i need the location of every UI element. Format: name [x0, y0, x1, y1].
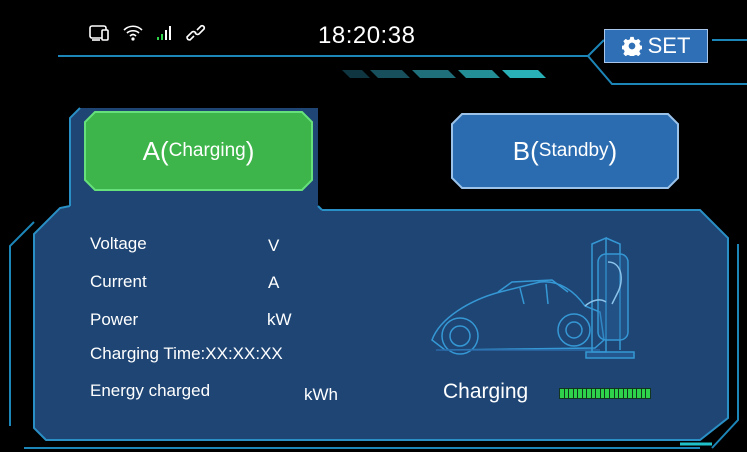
charge-level-segment [582, 389, 587, 398]
tab-a-open-paren: ( [159, 135, 169, 166]
charge-level-segment [623, 389, 628, 398]
charge-level-segment [632, 389, 637, 398]
tablet-icon [88, 24, 110, 47]
charge-level-segment [610, 389, 614, 398]
charge-level-segment [573, 389, 578, 398]
current-unit: A [268, 273, 280, 292]
tab-b-close-paren: ) [608, 135, 618, 166]
clock: 18:20:38 [318, 22, 416, 49]
charge-level-segment [578, 389, 582, 398]
charge-level-segment [641, 389, 646, 398]
settings-label: SET [647, 33, 691, 58]
voltage-label: Voltage [90, 234, 147, 253]
charge-level-segment [637, 389, 641, 398]
tab-a-name: A [142, 135, 160, 166]
settings-button[interactable]: SET [604, 29, 708, 63]
charge-level-segment [596, 389, 600, 398]
energy-label: Energy charged [90, 381, 211, 400]
charge-level-segment [564, 389, 569, 398]
tab-b-standby[interactable]: B(Standby) [452, 114, 678, 188]
charge-level-segment [605, 389, 610, 398]
charge-level-segment [587, 389, 591, 398]
gear-icon [621, 36, 642, 56]
energy-unit: kWh [304, 385, 338, 404]
charge-level-segment [614, 389, 619, 398]
charge-level-segment [591, 389, 596, 398]
charge-level-segment [569, 389, 573, 398]
status-bar [88, 24, 206, 47]
charge-level-bar [559, 388, 651, 399]
charge-level-segment [600, 389, 605, 398]
tab-b-state: Standby [538, 140, 609, 161]
wifi-icon [122, 24, 144, 47]
voltage-unit: V [268, 236, 280, 255]
signal-icon [156, 24, 174, 47]
power-unit: kW [267, 310, 292, 329]
power-label: Power [90, 310, 139, 329]
tab-a-close-paren: ) [245, 135, 255, 166]
charge-status-text: Charging [443, 380, 529, 403]
link-icon [186, 24, 206, 47]
charge-level-segment [646, 389, 650, 398]
current-label: Current [90, 272, 147, 291]
tab-b-open-paren: ( [530, 135, 539, 166]
tab-b-name: B [512, 135, 531, 166]
charge-level-segment [560, 389, 564, 398]
charge-level-segment [619, 389, 623, 398]
charge-level-segment [628, 389, 632, 398]
charging-time-label: Charging Time:XX:XX:XX [90, 344, 283, 363]
tab-a-charging[interactable]: A(Charging) [85, 112, 312, 190]
tab-a-state: Charging [168, 140, 246, 161]
charger-screen: 18:20:38 SET A(Charging) B(Standby) Volt… [0, 0, 747, 452]
